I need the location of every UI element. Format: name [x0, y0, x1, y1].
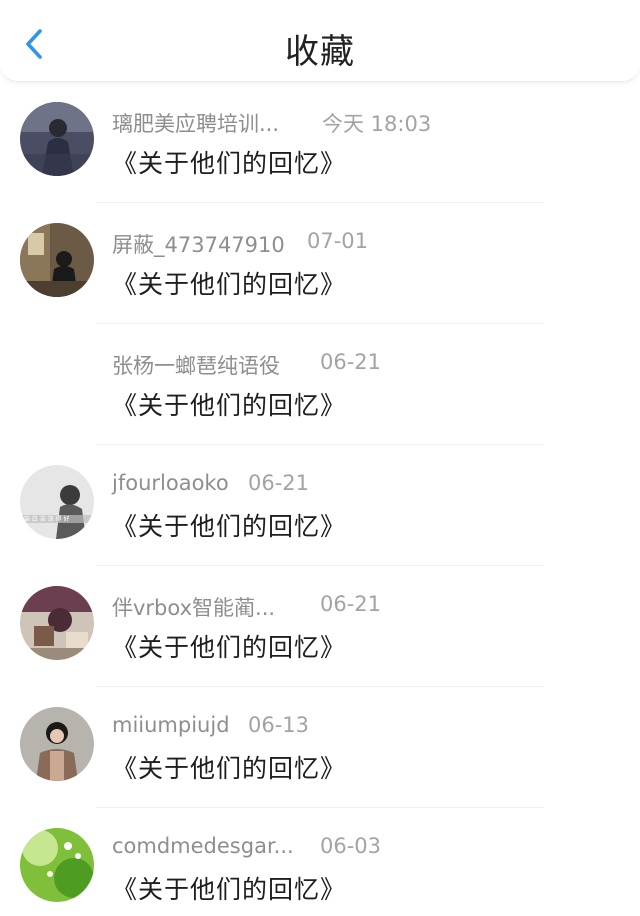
avatar[interactable]: [20, 586, 94, 660]
timestamp: 06-21: [320, 350, 382, 374]
avatar[interactable]: [20, 223, 94, 297]
list-item[interactable]: comdmedesgar... 06-03 《关于他们的回忆》: [0, 808, 640, 916]
list-item[interactable]: miiumpiujd 06-13 《关于他们的回忆》: [0, 687, 640, 808]
timestamp: 06-21: [248, 471, 310, 495]
favorites-page: 收藏 璃肥美应聘培训... 今天 18:03 《关于他们的回忆》 屏蔽_4737…: [0, 0, 640, 916]
favorite-content[interactable]: 《关于他们的回忆》: [112, 628, 346, 664]
avatar[interactable]: [20, 102, 94, 176]
user-name[interactable]: 屏蔽_473747910: [112, 229, 285, 259]
favorite-content[interactable]: 《关于他们的回忆》: [112, 870, 346, 906]
list-item[interactable]: 屏蔽_473747910 07-01 《关于他们的回忆》: [0, 203, 640, 324]
list-item[interactable]: 装 白 苦 凉 得 好 jfourloaoko 06-21 《关于他们的回忆》: [0, 445, 640, 566]
list-item[interactable]: 璃肥美应聘培训... 今天 18:03 《关于他们的回忆》: [0, 82, 640, 203]
favorite-content[interactable]: 《关于他们的回忆》: [112, 386, 346, 422]
timestamp: 06-03: [320, 834, 382, 858]
avatar[interactable]: [20, 707, 94, 781]
user-name[interactable]: 张杨一螂琶纯语役: [112, 350, 280, 380]
user-name[interactable]: 璃肥美应聘培训...: [112, 108, 279, 138]
user-name[interactable]: 伴vrbox智能蔺...: [112, 592, 275, 622]
favorite-content[interactable]: 《关于他们的回忆》: [112, 265, 346, 301]
favorite-content[interactable]: 《关于他们的回忆》: [112, 144, 346, 180]
avatar[interactable]: [20, 828, 94, 902]
user-name[interactable]: comdmedesgar...: [112, 834, 294, 858]
favorites-list: 璃肥美应聘培训... 今天 18:03 《关于他们的回忆》 屏蔽_4737479…: [0, 82, 640, 916]
list-item[interactable]: 伴vrbox智能蔺... 06-21 《关于他们的回忆》: [0, 566, 640, 687]
list-item[interactable]: 张杨一螂琶纯语役 06-21 《关于他们的回忆》: [0, 324, 640, 445]
favorite-content[interactable]: 《关于他们的回忆》: [112, 507, 346, 543]
timestamp: 今天 18:03: [322, 112, 432, 136]
top-bar: 收藏: [0, 0, 640, 82]
page-title: 收藏: [285, 32, 355, 72]
favorite-content[interactable]: 《关于他们的回忆》: [112, 749, 346, 785]
avatar[interactable]: 装 白 苦 凉 得 好: [20, 465, 94, 539]
timestamp: 06-21: [320, 592, 382, 616]
timestamp: 07-01: [307, 229, 369, 253]
timestamp: 06-13: [248, 713, 310, 737]
svg-text:装 白 苦 凉 得 好: 装 白 苦 凉 得 好: [24, 515, 70, 523]
user-name[interactable]: miiumpiujd: [112, 713, 230, 737]
user-name[interactable]: jfourloaoko: [112, 471, 229, 495]
